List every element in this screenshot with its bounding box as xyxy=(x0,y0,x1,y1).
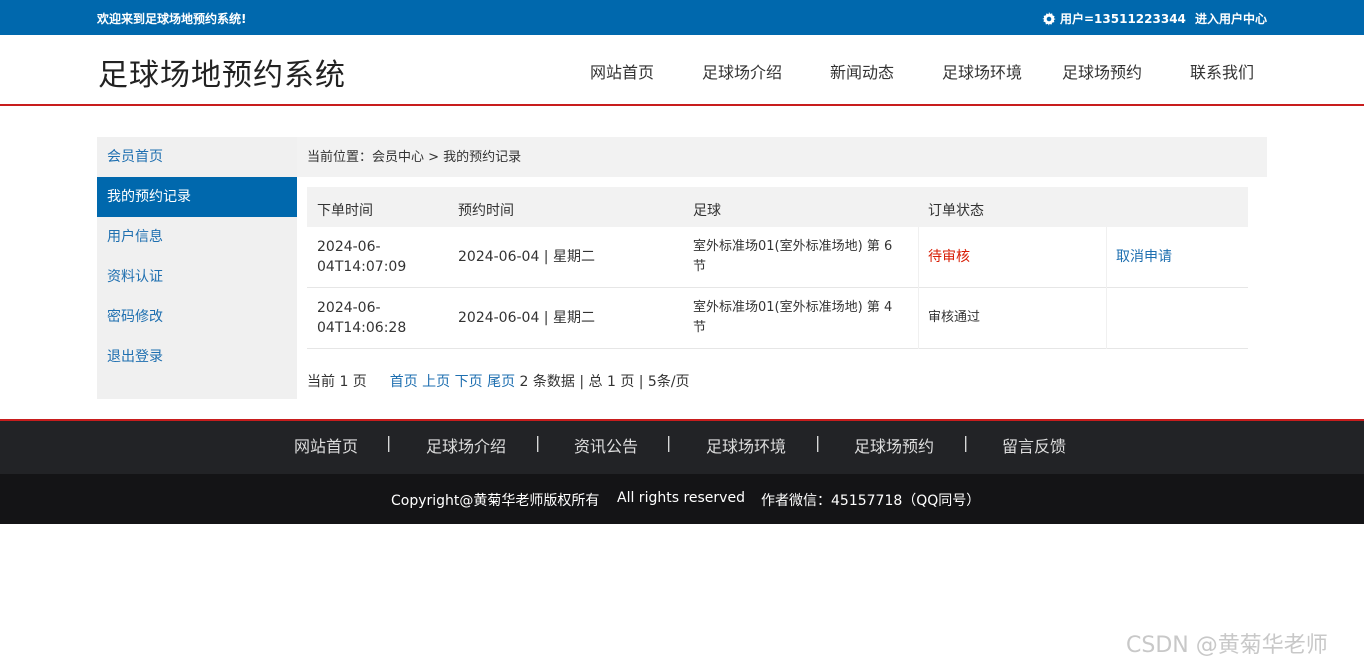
nav-item-intro[interactable]: 足球场介绍 xyxy=(702,59,782,83)
order-time-line1: 2024-06- xyxy=(317,300,381,316)
footer-separator: | xyxy=(666,433,672,452)
rights-text: All rights reserved xyxy=(617,490,745,506)
footer-link-booking[interactable]: 足球场预约 xyxy=(854,433,934,457)
header-order-time: 下单时间 xyxy=(317,203,373,219)
column-divider xyxy=(1106,288,1107,349)
field-line2: 节 xyxy=(693,320,707,335)
sidebar-item-password[interactable]: 密码修改 xyxy=(97,297,297,337)
sidebar-item-verification[interactable]: 资料认证 xyxy=(97,257,297,297)
order-time-line1: 2024-06- xyxy=(317,239,381,255)
footer-link-announcements[interactable]: 资讯公告 xyxy=(574,433,638,457)
field-line1: 室外标准场01(室外标准场地) 第 6 xyxy=(693,239,893,254)
sidebar-item-member-home[interactable]: 会员首页 xyxy=(97,137,297,177)
nav-item-news[interactable]: 新闻动态 xyxy=(830,59,894,83)
column-divider xyxy=(918,288,919,349)
reserve-time-cell: 2024-06-04 | 星期二 xyxy=(458,310,595,326)
user-info: 用户=13511223344 xyxy=(1042,10,1186,27)
welcome-text: 欢迎来到足球场地预约系统! xyxy=(97,12,247,26)
column-divider xyxy=(1106,227,1107,288)
pager-summary: 2 条数据 | 总 1 页 | 5条/页 xyxy=(519,374,690,390)
order-time-line2: 04T14:06:28 xyxy=(317,320,407,336)
nav-item-environment[interactable]: 足球场环境 xyxy=(942,59,1022,83)
pagination: 当前 1 页 首页 上页 下页 尾页 2 条数据 | 总 1 页 | 5条/页 xyxy=(307,371,690,391)
user-label: 用户=13511223344 xyxy=(1060,12,1186,26)
order-time-cell: 2024-06- 04T14:07:09 xyxy=(317,237,406,277)
table-row: 2024-06- 04T14:07:09 2024-06-04 | 星期二 室外… xyxy=(307,227,1248,288)
order-time-line2: 04T14:07:09 xyxy=(317,259,407,275)
footer-separator: | xyxy=(535,433,541,452)
footer-separator: | xyxy=(815,433,821,452)
copyright-text: Copyright@黄菊华老师版权所有 xyxy=(391,493,600,509)
user-center-link[interactable]: 进入用户中心 xyxy=(1195,10,1267,27)
status-badge: 待审核 xyxy=(928,249,970,265)
header-status: 订单状态 xyxy=(928,203,984,219)
table-header: 下单时间 预约时间 足球 订单状态 xyxy=(307,187,1248,227)
status-badge: 审核通过 xyxy=(928,310,981,325)
order-time-cell: 2024-06- 04T14:06:28 xyxy=(317,298,406,338)
pager-first[interactable]: 首页 xyxy=(390,374,418,390)
nav-item-contact[interactable]: 联系我们 xyxy=(1190,59,1254,83)
footer-link-feedback[interactable]: 留言反馈 xyxy=(1002,433,1066,457)
cancel-request-link[interactable]: 取消申请 xyxy=(1116,247,1172,267)
field-cell: 室外标准场01(室外标准场地) 第 6 节 xyxy=(693,237,892,277)
field-cell: 室外标准场01(室外标准场地) 第 4 节 xyxy=(693,298,892,338)
site-logo[interactable]: 足球场地预约系统 xyxy=(98,50,346,94)
header: 足球场地预约系统 网站首页 足球场介绍 新闻动态 足球场环境 足球场预约 联系我… xyxy=(0,35,1364,106)
table-row: 2024-06- 04T14:06:28 2024-06-04 | 星期二 室外… xyxy=(307,288,1248,349)
reserve-time-cell: 2024-06-04 | 星期二 xyxy=(458,249,595,265)
field-line1: 室外标准场01(室外标准场地) 第 4 xyxy=(693,300,893,315)
pager-next[interactable]: 下页 xyxy=(455,374,483,390)
nav-item-booking[interactable]: 足球场预约 xyxy=(1062,59,1142,83)
footer-nav: 网站首页 | 足球场介绍 | 资讯公告 | 足球场环境 | 足球场预约 | 留言… xyxy=(0,419,1364,474)
header-reserve-time: 预约时间 xyxy=(458,203,514,219)
footer-copyright: Copyright@黄菊华老师版权所有 All rights reserved … xyxy=(0,474,1364,524)
header-field: 足球 xyxy=(693,203,721,219)
footer-link-environment[interactable]: 足球场环境 xyxy=(706,433,786,457)
sidebar-item-my-reservations[interactable]: 我的预约记录 xyxy=(97,177,297,217)
column-divider xyxy=(918,227,919,288)
footer-link-intro[interactable]: 足球场介绍 xyxy=(426,433,506,457)
watermark: CSDN @黄菊华老师 xyxy=(1126,633,1328,658)
breadcrumb: 当前位置：会员中心 > 我的预约记录 xyxy=(297,137,1267,177)
pager-last[interactable]: 尾页 xyxy=(487,374,515,390)
nav-item-home[interactable]: 网站首页 xyxy=(590,59,654,83)
footer-link-home[interactable]: 网站首页 xyxy=(294,433,358,457)
pager-prev[interactable]: 上页 xyxy=(422,374,450,390)
member-sidebar: 会员首页 我的预约记录 用户信息 资料认证 密码修改 退出登录 xyxy=(97,137,297,399)
contact-text: 作者微信：45157718（QQ同号） xyxy=(761,493,981,509)
field-line2: 节 xyxy=(693,259,707,274)
sidebar-item-logout[interactable]: 退出登录 xyxy=(97,337,297,377)
pager-current: 当前 1 页 xyxy=(307,374,367,390)
sidebar-item-user-info[interactable]: 用户信息 xyxy=(97,217,297,257)
gear-icon xyxy=(1042,11,1056,26)
top-bar: 欢迎来到足球场地预约系统! 用户=13511223344 进入用户中心 xyxy=(0,0,1364,35)
footer-separator: | xyxy=(963,433,969,452)
footer-separator: | xyxy=(386,433,392,452)
